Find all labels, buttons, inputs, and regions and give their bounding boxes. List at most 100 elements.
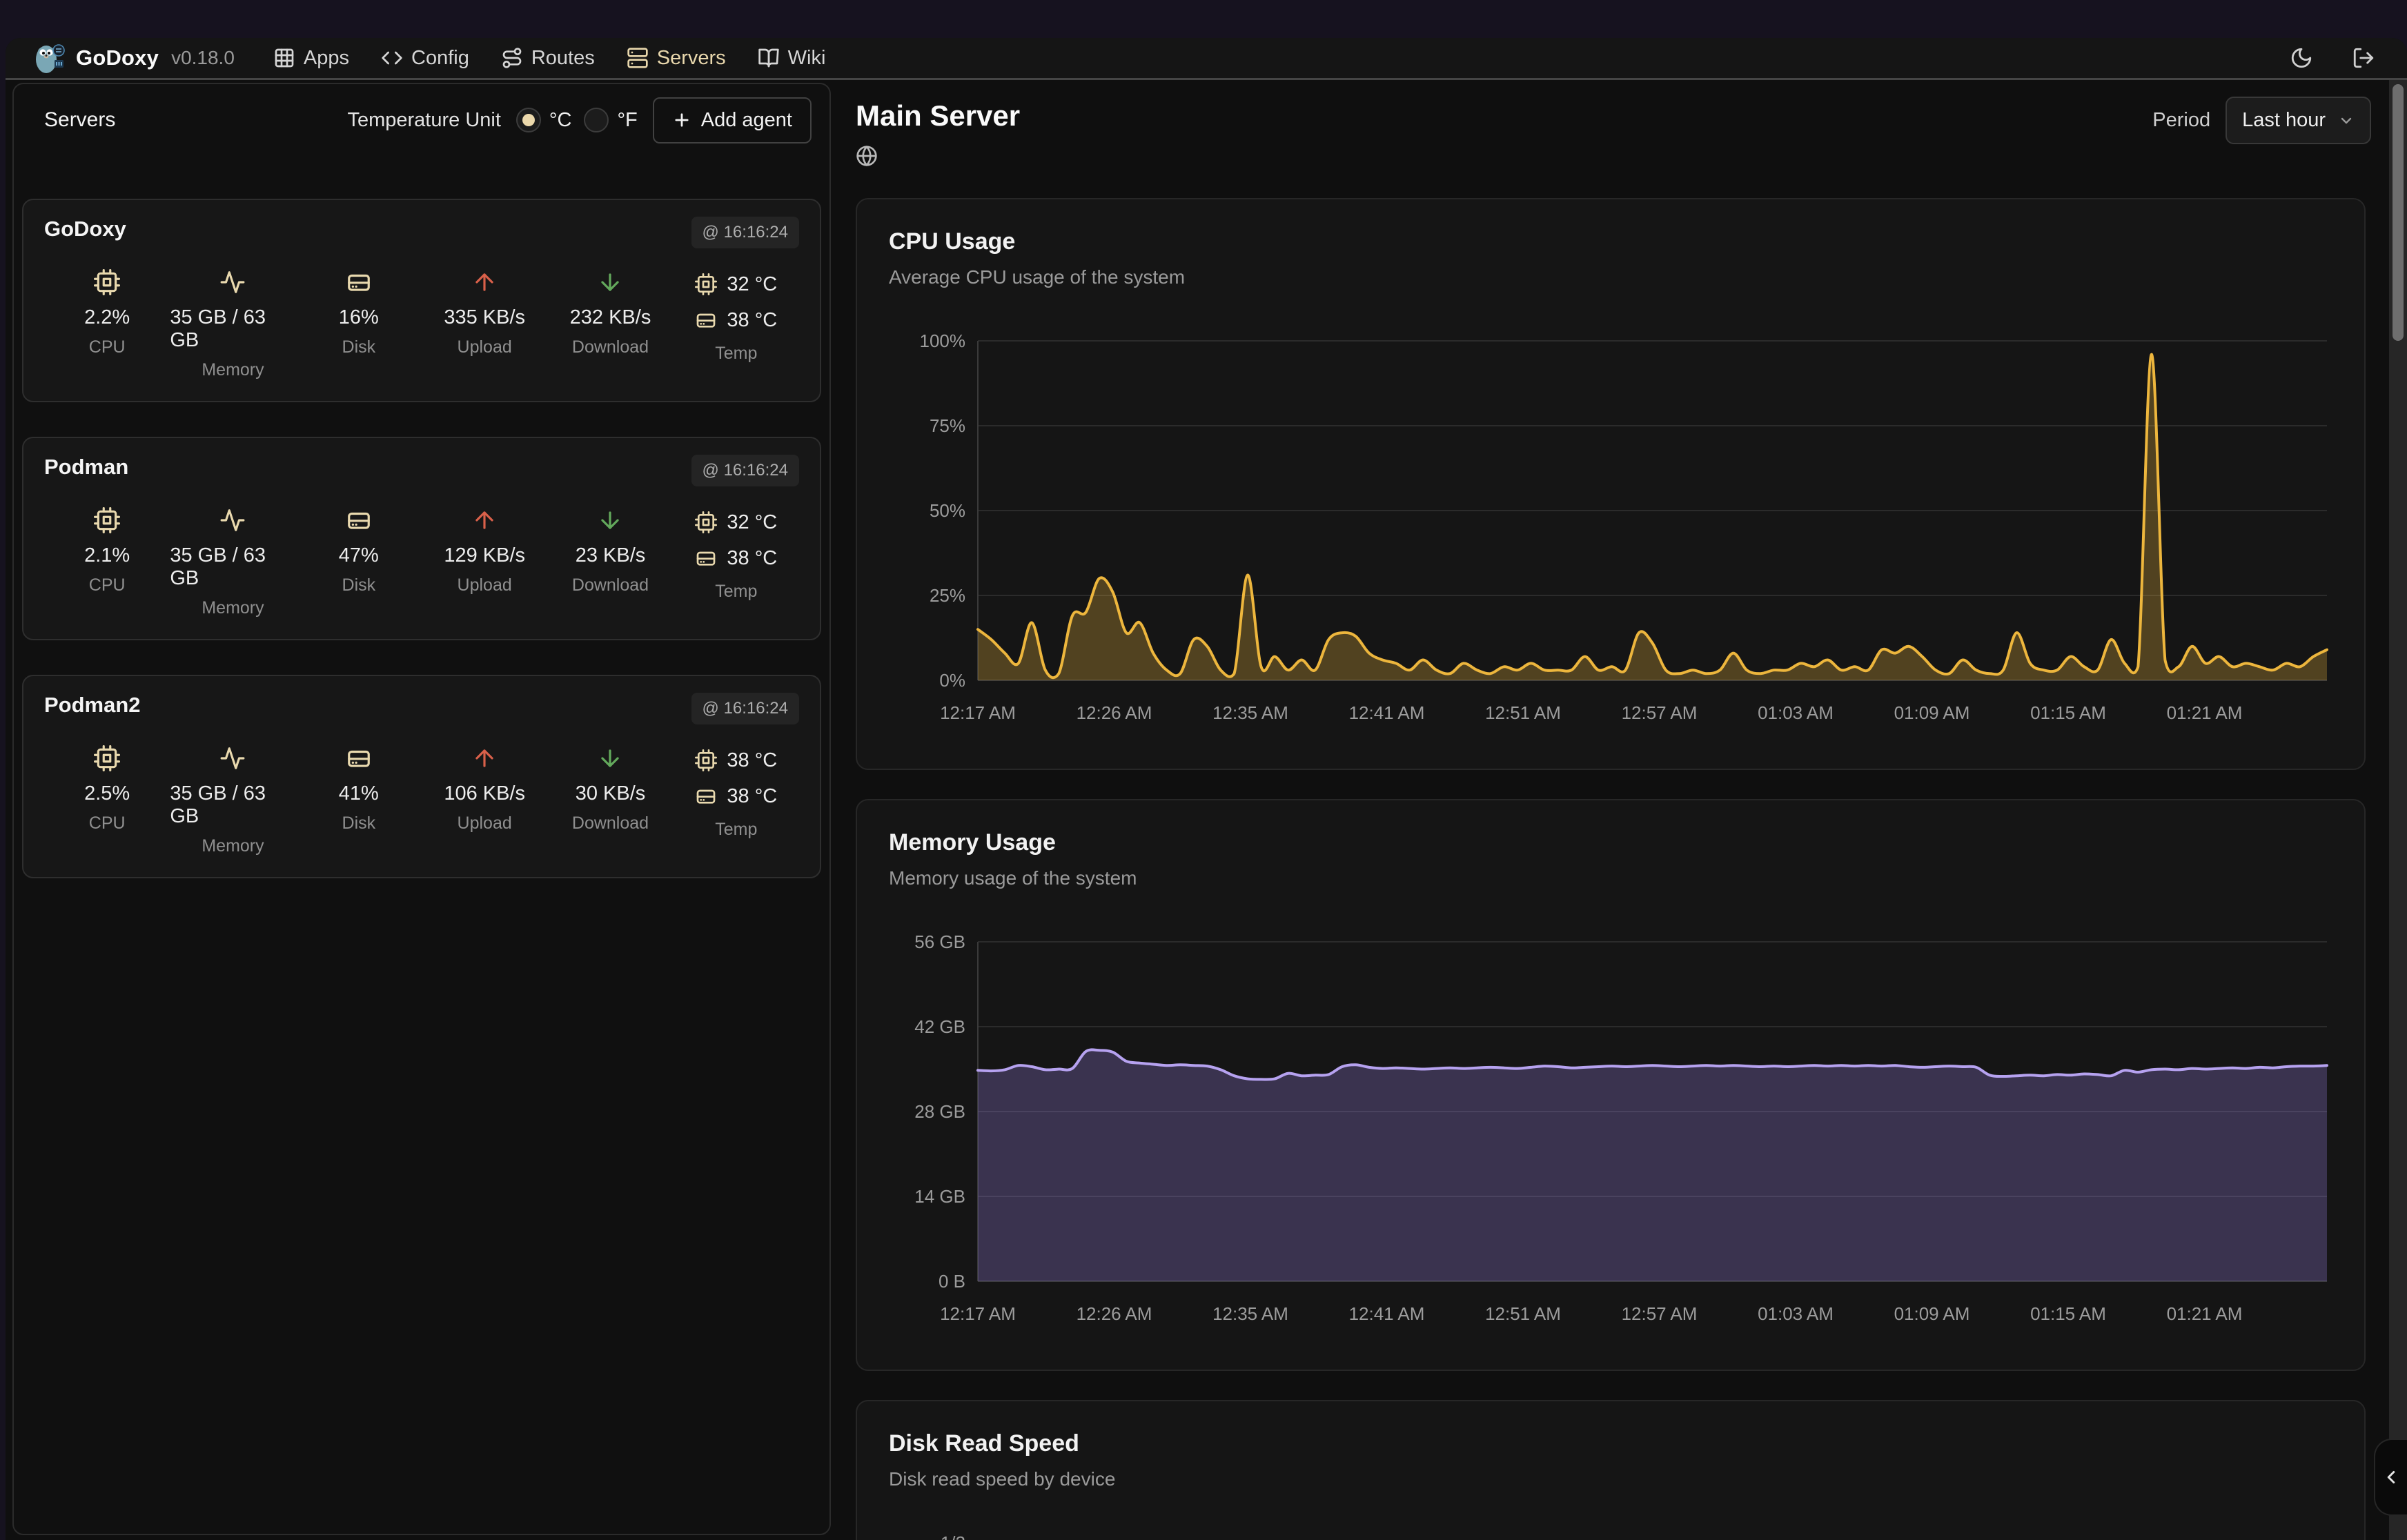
upload-value: 129 KB/s: [444, 544, 525, 567]
svg-text:01:03 AM: 01:03 AM: [1758, 702, 1834, 723]
svg-text:12:41 AM: 12:41 AM: [1349, 702, 1425, 723]
upload-label: Upload: [458, 337, 512, 357]
panel-title: Servers: [44, 108, 115, 132]
arrow-up-icon: [471, 745, 498, 771]
svg-text:12:35 AM: 12:35 AM: [1212, 702, 1288, 723]
moon-icon[interactable]: [2290, 46, 2313, 70]
cpu-usage-card: CPU Usage Average CPU usage of the syste…: [856, 198, 2366, 770]
upload-value: 106 KB/s: [444, 782, 525, 805]
brand[interactable]: GoDoxy v0.18.0: [33, 41, 235, 75]
charts-column: CPU Usage Average CPU usage of the syste…: [856, 198, 2371, 1540]
memory-label: Memory: [202, 360, 264, 380]
card-header: Podman @ 16:16:24: [44, 455, 799, 486]
disk-label: Disk: [342, 813, 376, 833]
plus-icon: [672, 110, 691, 130]
cpu-value: 2.1%: [84, 544, 130, 567]
period-value: Last hour: [2242, 109, 2326, 132]
fahrenheit-radio[interactable]: °F: [584, 108, 637, 132]
svg-text:25%: 25%: [930, 585, 965, 606]
servers-panel-header: Servers Temperature Unit °C °F Add agent: [14, 84, 829, 145]
server-name: Podman: [44, 455, 128, 480]
scrollbar-thumb[interactable]: [2393, 84, 2404, 341]
period-control: Period Last hour: [2152, 97, 2371, 144]
add-agent-label: Add agent: [701, 109, 792, 132]
panel-collapse-handle[interactable]: [2374, 1439, 2407, 1516]
cpu-temp-row: 32 °C: [695, 269, 777, 299]
celsius-radio[interactable]: °C: [516, 108, 572, 132]
disk-temp-value: 38 °C: [727, 309, 777, 332]
radio-unselected-icon[interactable]: [584, 108, 609, 132]
svg-text:75%: 75%: [930, 415, 965, 436]
nav-label: Wiki: [788, 47, 826, 70]
cpu-icon: [695, 511, 717, 533]
hard-drive-icon: [695, 547, 717, 569]
nav-label: Routes: [531, 47, 595, 70]
stat-cpu: 2.1% CPU: [44, 507, 170, 618]
disk-temp-value: 38 °C: [727, 547, 777, 570]
server-stats: 2.1% CPU 35 GB / 63 GB Memory 47% Disk: [44, 507, 799, 618]
server-detail-header: Main Server Period Last hour: [856, 99, 2371, 170]
nav-label: Config: [411, 47, 469, 70]
download-label: Download: [572, 337, 649, 357]
app-version: v0.18.0: [171, 47, 235, 69]
arrow-up-icon: [471, 507, 498, 533]
download-value: 23 KB/s: [576, 544, 646, 567]
stat-memory: 35 GB / 63 GB Memory: [170, 269, 295, 380]
cpu-label: CPU: [89, 813, 126, 833]
svg-text:12:26 AM: 12:26 AM: [1077, 702, 1152, 723]
globe-icon[interactable]: [856, 145, 878, 167]
svg-text:0 B: 0 B: [939, 1271, 965, 1292]
download-value: 232 KB/s: [570, 306, 651, 329]
cpu-icon: [94, 269, 120, 295]
disk-read-speed-chart[interactable]: 1/2MB/s12:17 AM12:26 AM12:35 AM12:41 AM1…: [857, 1515, 2364, 1540]
svg-text:01:21 AM: 01:21 AM: [2167, 702, 2243, 723]
nav-item-servers[interactable]: Servers: [627, 47, 726, 70]
cpu-label: CPU: [89, 337, 126, 357]
code-icon: [381, 47, 403, 69]
stat-download: 23 KB/s Download: [547, 507, 673, 618]
vertical-scrollbar[interactable]: [2389, 80, 2407, 1540]
nav-item-config[interactable]: Config: [381, 47, 469, 70]
stat-disk: 47% Disk: [296, 507, 422, 618]
server-card-podman[interactable]: Podman @ 16:16:24 2.1% CPU 35 GB / 63 GB…: [22, 437, 821, 640]
server-card-podman2[interactable]: Podman2 @ 16:16:24 2.5% CPU 35 GB / 63 G…: [22, 675, 821, 878]
stat-cpu: 2.5% CPU: [44, 745, 170, 856]
chart-title: Memory Usage: [857, 829, 2364, 856]
svg-text:0%: 0%: [939, 670, 965, 691]
chart-subtitle: Disk read speed by device: [857, 1468, 2364, 1490]
celsius-label: °C: [549, 109, 572, 132]
cpu-label: CPU: [89, 575, 126, 595]
svg-text:01:15 AM: 01:15 AM: [2030, 702, 2106, 723]
memory-usage-chart[interactable]: 56 GB42 GB28 GB14 GB0 B12:17 AM12:26 AM1…: [857, 914, 2364, 1370]
cpu-icon: [94, 745, 120, 771]
server-card-godoxy[interactable]: GoDoxy @ 16:16:24 2.2% CPU 35 GB / 63 GB…: [22, 199, 821, 402]
add-agent-button[interactable]: Add agent: [653, 97, 812, 144]
period-select[interactable]: Last hour: [2226, 97, 2371, 144]
disk-value: 16%: [339, 306, 379, 329]
godoxy-logo-icon: [33, 41, 65, 75]
stat-upload: 106 KB/s Upload: [422, 745, 547, 856]
arrow-up-icon: [471, 269, 498, 295]
stat-temp: 38 °C 38 °C Temp: [674, 745, 799, 856]
server-icon: [627, 47, 649, 69]
radio-selected-icon[interactable]: [516, 108, 541, 132]
nav-item-wiki[interactable]: Wiki: [758, 47, 826, 70]
chart-subtitle: Memory usage of the system: [857, 867, 2364, 889]
logout-icon[interactable]: [2352, 46, 2375, 70]
stat-cpu: 2.2% CPU: [44, 269, 170, 380]
stat-disk: 16% Disk: [296, 269, 422, 380]
download-label: Download: [572, 575, 649, 595]
svg-text:42 GB: 42 GB: [914, 1016, 965, 1037]
chart-title: Disk Read Speed: [857, 1430, 2364, 1457]
server-name: Podman2: [44, 693, 141, 718]
temp-label: Temp: [715, 582, 757, 602]
upload-value: 335 KB/s: [444, 306, 525, 329]
cpu-value: 2.2%: [84, 306, 130, 329]
nav-item-apps[interactable]: Apps: [273, 47, 349, 70]
hard-drive-icon: [695, 309, 717, 331]
cpu-temp-row: 38 °C: [695, 745, 777, 776]
cpu-usage-chart[interactable]: 100%75%50%25%0%12:17 AM12:26 AM12:35 AM1…: [857, 313, 2364, 769]
arrow-down-icon: [597, 269, 623, 295]
nav-item-routes[interactable]: Routes: [501, 47, 595, 70]
temperature-unit-control: Temperature Unit °C °F: [347, 108, 637, 132]
